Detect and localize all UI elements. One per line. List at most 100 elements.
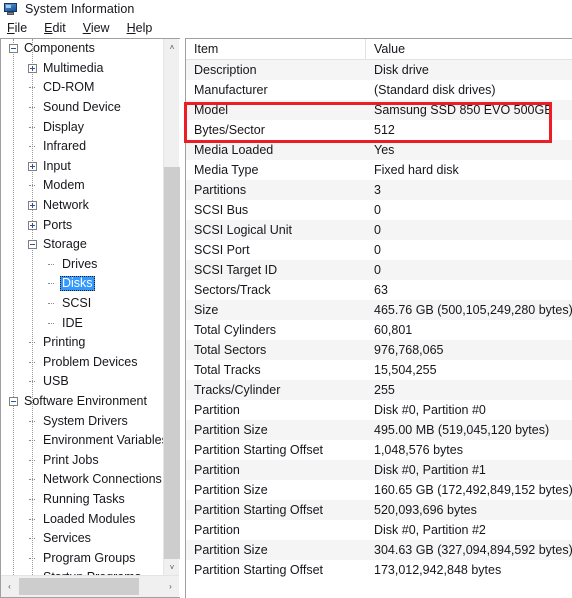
table-cell-value: 173,012,942,848 bytes	[374, 563, 502, 577]
menu-item-edit[interactable]: Edit	[44, 21, 76, 35]
table-cell-value: 495.00 MB (519,045,120 bytes)	[374, 423, 550, 437]
table-row[interactable]: Description Disk drive	[186, 60, 572, 80]
table-cell-value: 976,768,065	[374, 343, 444, 357]
tree-item-modem[interactable]: Modem	[1, 176, 163, 196]
tree-item-infrared[interactable]: Infrared	[1, 137, 163, 157]
tree-leaf-connector-icon	[28, 515, 37, 524]
tree-item-cd-rom[interactable]: CD-ROM	[1, 78, 163, 98]
scroll-right-arrow-icon[interactable]: ›	[162, 578, 179, 595]
tree-item-drives[interactable]: Drives	[1, 255, 163, 275]
tree-item-environment-variables[interactable]: Environment Variables	[1, 431, 163, 451]
tree-item-problem-devices[interactable]: Problem Devices	[1, 353, 163, 373]
table-row[interactable]: Bytes/Sector 512	[186, 120, 572, 140]
tree-item-label: Services	[43, 531, 91, 546]
category-tree[interactable]: Components Multimedia CD-ROM Sound Device Di…	[1, 39, 163, 575]
tree-item-sound-device[interactable]: Sound Device	[1, 98, 163, 118]
tree-leaf-connector-icon	[28, 181, 37, 190]
table-row[interactable]: SCSI Port 0	[186, 240, 572, 260]
tree-item-disks[interactable]: Disks	[1, 274, 163, 294]
expand-plus-icon[interactable]	[28, 161, 37, 171]
table-row[interactable]: Sectors/Track 63	[186, 280, 572, 300]
tree-item-loaded-modules[interactable]: Loaded Modules	[1, 509, 163, 529]
scroll-down-arrow-icon[interactable]: ˅	[164, 559, 180, 575]
tree-item-label: USB	[43, 374, 69, 389]
table-cell-value: (Standard disk drives)	[374, 83, 496, 97]
scroll-left-arrow-icon[interactable]: ‹	[1, 578, 18, 595]
tree-item-printing[interactable]: Printing	[1, 333, 163, 353]
tree-item-label: Network Connections	[43, 472, 162, 487]
tree-horizontal-scrollbar[interactable]: ‹ ›	[1, 575, 179, 597]
table-row[interactable]: Partition Disk #0, Partition #1	[186, 460, 572, 480]
table-row[interactable]: Partition Starting Offset 520,093,696 byt…	[186, 500, 572, 520]
table-cell-item: Partition	[194, 463, 240, 477]
menu-item-help[interactable]: Help	[127, 21, 163, 35]
tree-item-components[interactable]: Components	[1, 39, 163, 59]
tree-item-storage[interactable]: Storage	[1, 235, 163, 255]
tree-item-network-connections[interactable]: Network Connections	[1, 470, 163, 490]
table-cell-item: Bytes/Sector	[194, 123, 265, 137]
tree-leaf-connector-icon	[47, 279, 56, 288]
tree-item-ide[interactable]: IDE	[1, 313, 163, 333]
table-row[interactable]: Partition Disk #0, Partition #2	[186, 520, 572, 540]
tree-horizontal-scrollbar-thumb[interactable]	[19, 578, 139, 595]
tree-item-ports[interactable]: Ports	[1, 215, 163, 235]
expand-plus-icon[interactable]	[28, 220, 37, 230]
tree-item-network[interactable]: Network	[1, 196, 163, 216]
table-row[interactable]: SCSI Bus 0	[186, 200, 572, 220]
table-row[interactable]: Media Loaded Yes	[186, 140, 572, 160]
table-row[interactable]: Total Cylinders 60,801	[186, 320, 572, 340]
tree-item-print-jobs[interactable]: Print Jobs	[1, 450, 163, 470]
category-tree-pane: Components Multimedia CD-ROM Sound Device Di…	[0, 38, 180, 598]
table-row[interactable]: Partition Starting Offset 1,048,576 bytes	[186, 440, 572, 460]
column-header-item[interactable]: Item	[186, 39, 366, 59]
table-row[interactable]: Partitions 3	[186, 180, 572, 200]
tree-leaf-connector-icon	[28, 436, 37, 445]
tree-vertical-scrollbar[interactable]: ˄ ˅	[163, 39, 180, 575]
table-cell-item: Total Cylinders	[194, 323, 276, 337]
tree-item-display[interactable]: Display	[1, 117, 163, 137]
menu-item-view[interactable]: View	[83, 21, 120, 35]
tree-leaf-connector-icon	[28, 103, 37, 112]
table-cell-item: Size	[194, 303, 219, 317]
table-row[interactable]: Partition Size 160.65 GB (172,492,849,152…	[186, 480, 572, 500]
table-row[interactable]: SCSI Target ID 0	[186, 260, 572, 280]
tree-item-startup-programs[interactable]: Startup Programs	[1, 568, 163, 575]
collapse-minus-icon[interactable]	[9, 44, 18, 54]
tree-item-system-drivers[interactable]: System Drivers	[1, 411, 163, 431]
tree-item-scsi[interactable]: SCSI	[1, 294, 163, 314]
table-row[interactable]: Partition Size 495.00 MB (519,045,120 byt…	[186, 420, 572, 440]
table-cell-item: Manufacturer	[194, 83, 268, 97]
tree-item-running-tasks[interactable]: Running Tasks	[1, 490, 163, 510]
table-cell-item: Media Loaded	[194, 143, 274, 157]
table-row[interactable]: Partition Starting Offset 173,012,942,848…	[186, 560, 572, 580]
table-row[interactable]: Size 465.76 GB (500,105,249,280 bytes)	[186, 300, 572, 320]
tree-item-program-groups[interactable]: Program Groups	[1, 548, 163, 568]
table-cell-item: Total Tracks	[194, 363, 261, 377]
column-header-value[interactable]: Value	[366, 39, 572, 59]
table-row[interactable]: Media Type Fixed hard disk	[186, 160, 572, 180]
expand-plus-icon[interactable]	[28, 63, 37, 73]
menu-item-file[interactable]: File	[7, 21, 37, 35]
tree-item-usb[interactable]: USB	[1, 372, 163, 392]
collapse-minus-icon[interactable]	[28, 240, 37, 250]
table-row[interactable]: Partition Size 304.63 GB (327,094,894,592…	[186, 540, 572, 560]
table-cell-value: 0	[374, 203, 381, 217]
table-row[interactable]: Manufacturer (Standard disk drives)	[186, 80, 572, 100]
tree-vertical-scrollbar-thumb[interactable]	[164, 167, 180, 559]
tree-item-services[interactable]: Services	[1, 529, 163, 549]
table-row[interactable]: Total Sectors 976,768,065	[186, 340, 572, 360]
table-cell-value: Yes	[374, 143, 395, 157]
tree-item-input[interactable]: Input	[1, 157, 163, 177]
tree-item-label: Loaded Modules	[43, 511, 136, 526]
table-row[interactable]: Model Samsung SSD 850 EVO 500GB	[186, 100, 572, 120]
table-cell-item: Partition Starting Offset	[194, 443, 323, 457]
table-row[interactable]: Tracks/Cylinder 255	[186, 380, 572, 400]
expand-plus-icon[interactable]	[28, 201, 37, 211]
tree-item-multimedia[interactable]: Multimedia	[1, 59, 163, 79]
tree-item-software-environment[interactable]: Software Environment	[1, 392, 163, 412]
scroll-up-arrow-icon[interactable]: ˄	[164, 39, 180, 55]
table-row[interactable]: Total Tracks 15,504,255	[186, 360, 572, 380]
table-row[interactable]: SCSI Logical Unit 0	[186, 220, 572, 240]
collapse-minus-icon[interactable]	[9, 396, 18, 406]
table-row[interactable]: Partition Disk #0, Partition #0	[186, 400, 572, 420]
